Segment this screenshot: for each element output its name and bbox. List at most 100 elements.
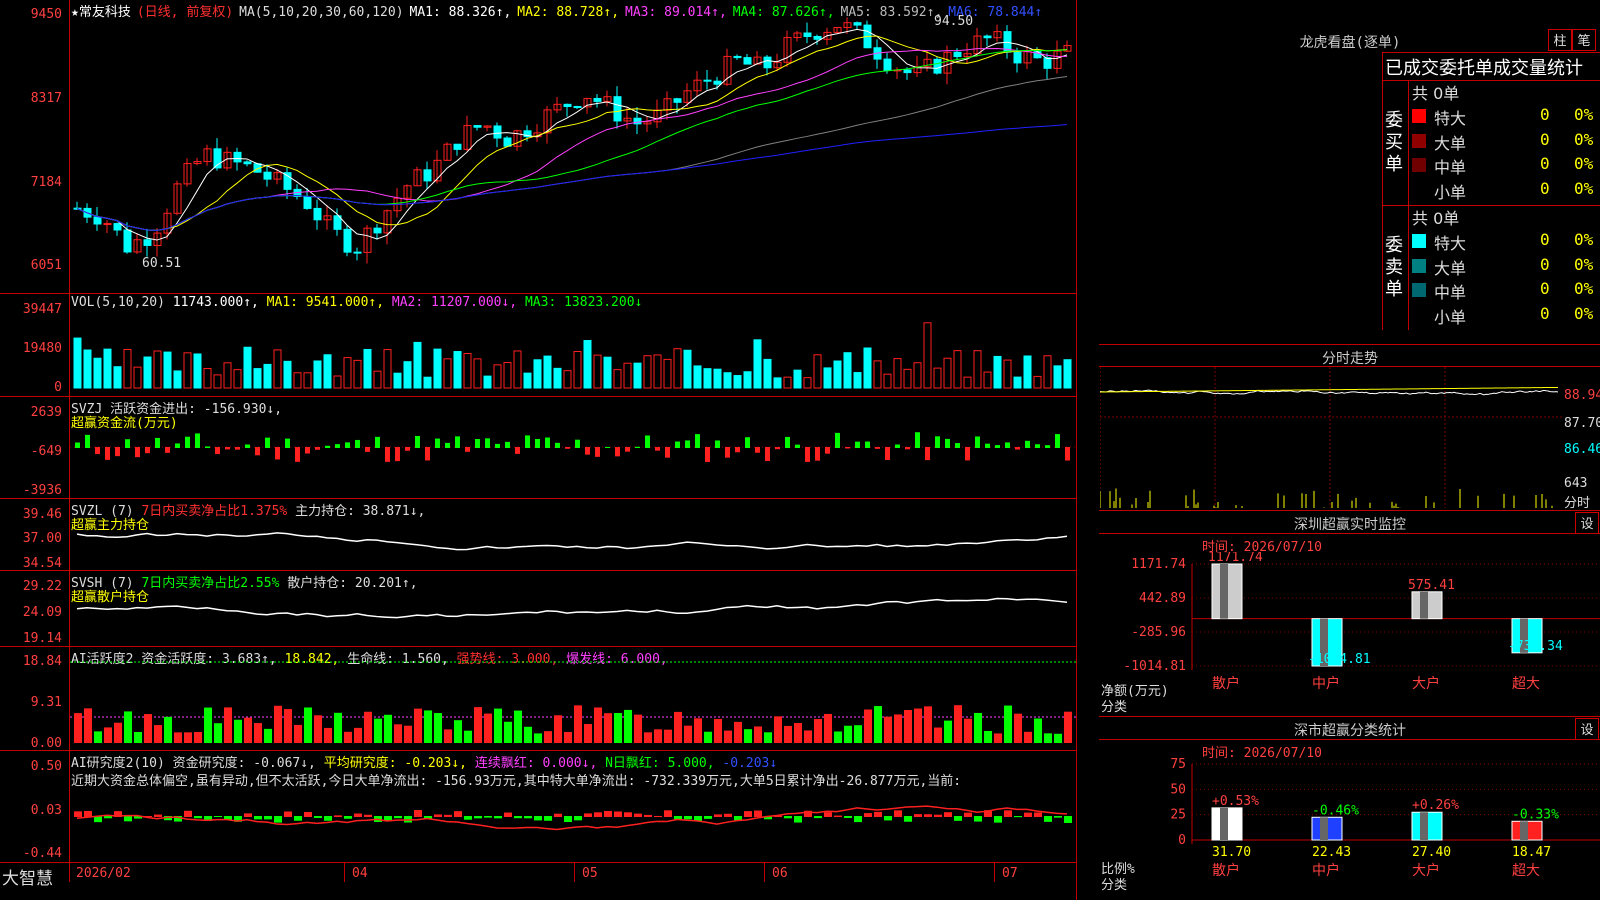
activity-bar <box>264 728 272 743</box>
ma-line <box>76 48 1068 231</box>
intraday-price-3: 86.46 <box>1564 442 1600 457</box>
activity-bar <box>694 718 702 743</box>
intraday-chart[interactable] <box>1100 367 1562 508</box>
bar-mode-button[interactable]: 柱 <box>1548 29 1572 51</box>
flow-bar <box>885 447 890 460</box>
flow-bar <box>795 444 800 448</box>
activity-bar <box>654 729 662 743</box>
flow-bar <box>405 447 410 451</box>
volume-bar <box>993 355 1002 389</box>
volume-bar <box>953 350 962 389</box>
activity-bar <box>74 713 82 743</box>
ai-research-chart[interactable] <box>70 790 1076 862</box>
volume-bar <box>93 357 102 389</box>
flow-bar <box>695 434 700 448</box>
volume-bar <box>503 362 512 389</box>
volume-bar <box>423 376 432 389</box>
intraday-price-1: 88.94 <box>1564 388 1600 403</box>
volume-bar <box>523 372 532 389</box>
y-tick: 39447 <box>22 302 62 317</box>
volume-bar <box>773 377 782 389</box>
volume-bar <box>353 359 362 389</box>
research-bar <box>394 816 402 819</box>
order-pct: 0% <box>1574 303 1594 323</box>
volume-bar <box>493 364 502 389</box>
flow-bar <box>345 442 350 448</box>
bar-shade <box>1420 812 1428 840</box>
svsh-chart[interactable] <box>70 571 1076 646</box>
ai-activity-chart[interactable] <box>70 647 1076 750</box>
research-bar <box>494 816 502 819</box>
volume-chart[interactable] <box>70 294 1076 396</box>
y-tick: 34.54 <box>22 556 62 571</box>
brand-logo[interactable]: 大智慧 <box>2 864 53 889</box>
y-tick: 0 <box>54 380 62 395</box>
research-bar <box>954 816 962 821</box>
activity-bar <box>1014 713 1022 743</box>
activity-bar <box>974 712 982 743</box>
x-tick: 05 <box>582 866 598 881</box>
fl-settings-button[interactable]: 设 <box>1575 718 1599 740</box>
activity-bar <box>614 713 622 743</box>
candle <box>593 97 602 102</box>
order-pct: 0% <box>1574 105 1594 124</box>
activity-bar <box>114 722 122 743</box>
volume-bar <box>1043 355 1052 389</box>
research-bar <box>414 810 422 817</box>
volume-bar <box>413 341 422 389</box>
order-stats-tabs[interactable]: 已成交委托单成交量统计 <box>1385 54 1583 80</box>
legend-swatch <box>1412 182 1426 197</box>
activity-bar <box>994 733 1002 743</box>
activity-bar <box>734 721 742 743</box>
research-bar <box>274 816 282 823</box>
research-bar <box>724 813 732 817</box>
flow-bar <box>435 438 440 448</box>
order-size-label: 特大 <box>1434 109 1467 128</box>
research-bar <box>264 816 272 820</box>
candle <box>263 171 272 180</box>
research-bar <box>334 815 342 817</box>
activity-bar <box>904 709 912 743</box>
activity-bar <box>224 707 232 743</box>
svzj-chart[interactable] <box>70 397 1076 498</box>
volume-bar <box>1013 376 1022 389</box>
volume-bar <box>303 372 312 389</box>
activity-bar <box>404 725 412 743</box>
flow-bar <box>1015 447 1020 450</box>
flow-bar <box>155 437 160 448</box>
flow-bar <box>585 447 590 455</box>
activity-bar <box>674 711 682 743</box>
research-bar <box>294 816 302 821</box>
sz-settings-button[interactable]: 设 <box>1575 512 1599 534</box>
svzl-chart[interactable] <box>70 499 1076 570</box>
research-bar <box>914 814 922 817</box>
flow-bar <box>1025 440 1030 448</box>
candle <box>473 125 482 128</box>
candle <box>613 96 622 122</box>
activity-bar <box>514 710 522 743</box>
volume-bar <box>703 368 712 389</box>
flow-bar <box>825 447 830 454</box>
research-bar <box>964 812 972 817</box>
research-bar <box>624 812 632 817</box>
candle <box>743 57 752 65</box>
volume-bar <box>193 353 202 389</box>
volume-bar <box>233 369 242 389</box>
bar-shade <box>1220 564 1228 619</box>
y-tick: 39.46 <box>22 507 62 522</box>
candlestick-chart[interactable] <box>70 0 1076 293</box>
activity-bar <box>444 729 452 743</box>
research-bar <box>354 813 362 817</box>
candle <box>703 79 712 82</box>
flow-bar <box>835 432 840 448</box>
tick-mode-button[interactable]: 笔 <box>1572 29 1596 51</box>
research-bar <box>794 816 802 823</box>
flow-bar <box>215 447 220 455</box>
volume-bar <box>263 363 272 389</box>
intraday-vol: 643 <box>1564 476 1588 491</box>
sz-class-chart[interactable]: 75 50 25 0 +0.53% 31.70 散户 -0.46% 22.43 中户 +0.26% 2… <box>1100 758 1600 900</box>
x-tick: 2026/02 <box>76 866 131 881</box>
sz-netflow-chart[interactable]: 1171.74 442.89 -285.96 -1014.81 1171.74 散户 -10… <box>1100 552 1600 712</box>
research-bar <box>124 816 132 822</box>
volume-bar <box>563 370 572 389</box>
